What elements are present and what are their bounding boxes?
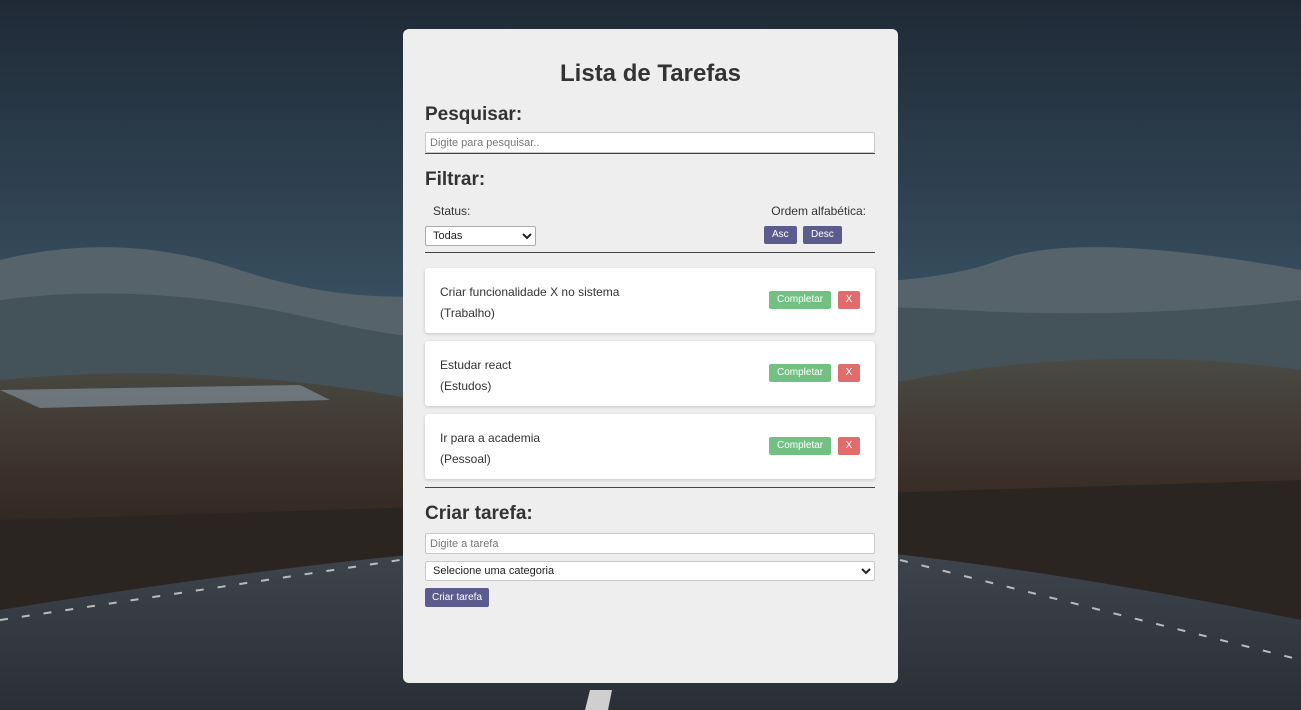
- todo-item: Criar funcionalidade X no sistema (Traba…: [425, 268, 875, 333]
- complete-button[interactable]: Completar: [769, 364, 832, 382]
- todo-text: Criar funcionalidade X no sistema: [440, 285, 620, 299]
- create-task-button[interactable]: Criar tarefa: [425, 588, 490, 607]
- todo-app-panel: Lista de Tarefas Pesquisar: Filtrar: Sta…: [403, 29, 898, 683]
- todo-text: Estudar react: [440, 358, 512, 372]
- todo-category: (Pessoal): [440, 452, 491, 466]
- todo-list: Criar funcionalidade X no sistema (Traba…: [425, 268, 876, 479]
- filter-heading: Filtrar:: [425, 169, 486, 190]
- todo-content: Criar funcionalidade X no sistema (Traba…: [440, 282, 619, 324]
- page-title: Lista de Tarefas: [560, 60, 741, 87]
- complete-button[interactable]: Completar: [769, 291, 832, 309]
- category-select[interactable]: Selecione uma categoria: [425, 561, 875, 581]
- new-task-input[interactable]: [425, 533, 875, 554]
- create-heading: Criar tarefa:: [425, 503, 533, 524]
- delete-button[interactable]: X: [838, 364, 860, 382]
- todo-item: Estudar react (Estudos) Completar X: [425, 341, 875, 406]
- status-select[interactable]: Todas: [425, 226, 536, 246]
- search-heading: Pesquisar:: [425, 104, 523, 125]
- delete-button[interactable]: X: [838, 437, 860, 455]
- status-label: Status:: [433, 204, 471, 218]
- todo-content: Estudar react (Estudos): [440, 355, 511, 397]
- filter-row: Status: Ordem alfabética: Todas Asc Desc: [425, 192, 875, 252]
- order-label: Ordem alfabética:: [771, 204, 866, 218]
- todo-text: Ir para a academia: [440, 431, 541, 445]
- todo-category: (Trabalho): [440, 306, 495, 320]
- divider: [425, 153, 875, 154]
- complete-button[interactable]: Completar: [769, 437, 832, 455]
- delete-button[interactable]: X: [838, 291, 860, 309]
- sort-asc-button[interactable]: Asc: [764, 226, 797, 244]
- sort-desc-button[interactable]: Desc: [803, 226, 842, 244]
- todo-category: (Estudos): [440, 379, 492, 393]
- search-input[interactable]: [425, 132, 875, 153]
- divider: [425, 252, 875, 253]
- todo-content: Ir para a academia (Pessoal): [440, 428, 540, 470]
- divider: [425, 487, 875, 488]
- todo-item: Ir para a academia (Pessoal) Completar X: [425, 414, 875, 479]
